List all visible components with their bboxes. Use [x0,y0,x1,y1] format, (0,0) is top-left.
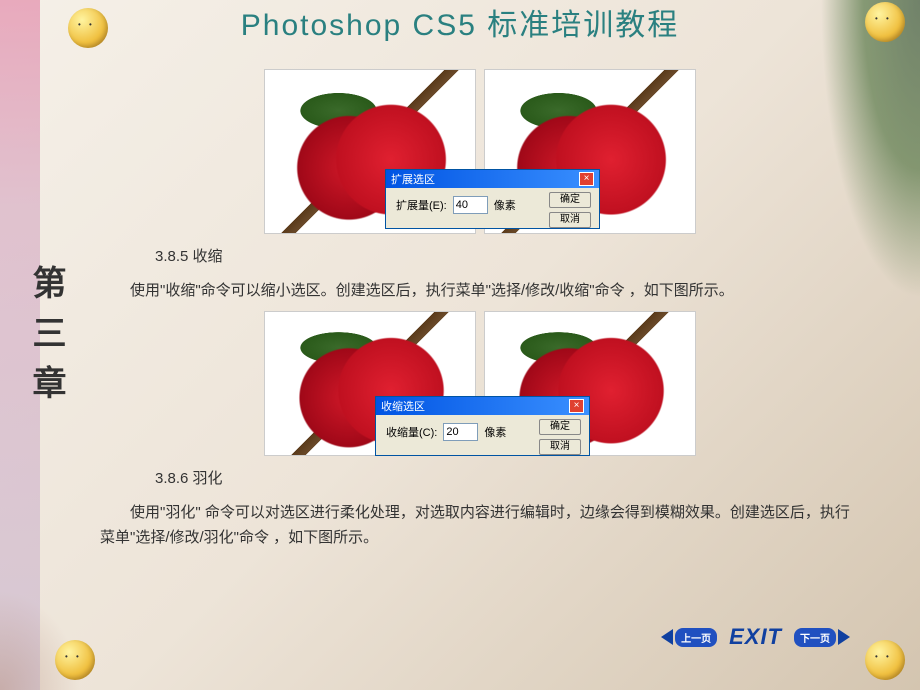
dialog-titlebar: 扩展选区 × [386,170,599,188]
section-385: 3.8.5 收缩 使用"收缩"命令可以缩小选区。创建选区后，执行菜单"选择/修改… [100,244,860,303]
prev-label: 上一页 [675,628,717,647]
next-label: 下一页 [794,628,836,647]
section-heading-385: 3.8.5 收缩 [155,244,860,270]
contract-dialog: 收缩选区 × 收缩量(C): 像素 确定 取消 [375,396,590,456]
section-386: 3.8.6 羽化 使用"羽化" 命令可以对选区进行柔化处理，对选取内容进行编辑时… [100,466,860,551]
main-content: 扩展选区 × 扩展量(E): 像素 确定 取消 3.8.5 收缩 使用"收缩"命… [0,54,920,579]
emoji-icon [55,640,95,680]
emoji-icon [865,2,905,42]
prev-button[interactable]: 上一页 [661,628,717,647]
dialog-buttons: 确定 取消 [549,192,591,228]
arrow-right-icon [838,629,850,645]
close-icon[interactable]: × [569,399,584,413]
emoji-icon [68,8,108,48]
dialog-title-text: 扩展选区 [391,171,435,187]
dialog-titlebar: 收缩选区 × [376,397,589,415]
cancel-button[interactable]: 取消 [549,212,591,228]
ok-button[interactable]: 确定 [539,419,581,435]
expand-dialog: 扩展选区 × 扩展量(E): 像素 确定 取消 [385,169,600,229]
section-heading-386: 3.8.6 羽化 [155,466,860,492]
contract-amount-label: 收缩量(C): [386,424,437,440]
ok-button[interactable]: 确定 [549,192,591,208]
unit-label: 像素 [484,424,506,440]
unit-label: 像素 [494,197,516,213]
section-body-386: 使用"羽化" 命令可以对选区进行柔化处理，对选取内容进行编辑时，边缘会得到模糊效… [100,500,860,551]
section-body-385: 使用"收缩"命令可以缩小选区。创建选区后，执行菜单"选择/修改/收缩"命令 ，如… [100,278,860,304]
close-icon[interactable]: × [579,172,594,186]
contract-amount-input[interactable] [443,423,478,441]
dialog-buttons: 确定 取消 [539,419,581,455]
arrow-left-icon [661,629,673,645]
nav-buttons: 上一页 EXIT 下一页 [661,624,850,650]
page-title: Photoshop CS5 标准培训教程 [0,0,920,44]
emoji-icon [865,640,905,680]
expand-amount-label: 扩展量(E): [396,197,447,213]
image-row-contract: 收缩选区 × 收缩量(C): 像素 确定 取消 [100,311,860,456]
exit-button[interactable]: EXIT [729,624,782,650]
cancel-button[interactable]: 取消 [539,439,581,455]
expand-amount-input[interactable] [453,196,488,214]
next-button[interactable]: 下一页 [794,628,850,647]
image-row-expand: 扩展选区 × 扩展量(E): 像素 确定 取消 [100,69,860,234]
dialog-title-text: 收缩选区 [381,398,425,414]
